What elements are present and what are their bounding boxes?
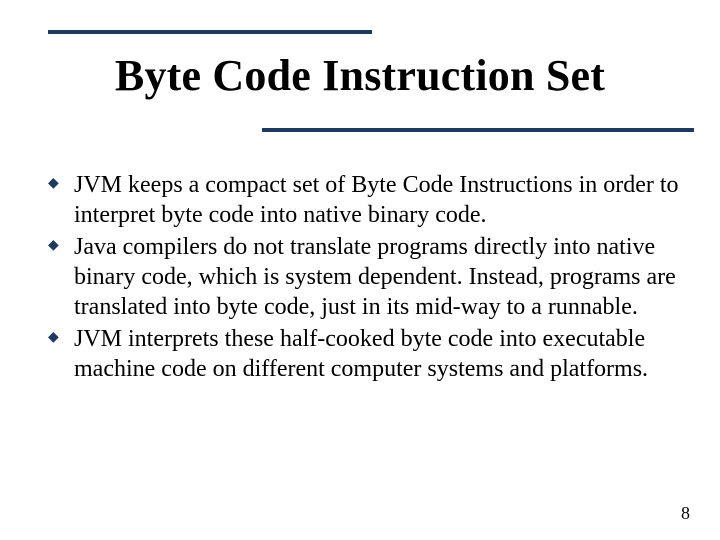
bullet-item: ◆ JVM interprets these half-cooked byte …	[48, 324, 680, 384]
diamond-bullet-icon: ◆	[48, 177, 64, 191]
bullet-item: ◆ Java compilers do not translate progra…	[48, 232, 680, 322]
body: ◆ JVM keeps a compact set of Byte Code I…	[48, 170, 680, 386]
rule-bottom	[262, 128, 694, 132]
slide: Byte Code Instruction Set ◆ JVM keeps a …	[0, 0, 720, 540]
slide-title: Byte Code Instruction Set	[0, 50, 720, 101]
bullet-text: JVM keeps a compact set of Byte Code Ins…	[74, 170, 680, 230]
bullet-text: Java compilers do not translate programs…	[74, 232, 680, 322]
diamond-bullet-icon: ◆	[48, 239, 64, 253]
diamond-bullet-icon: ◆	[48, 331, 64, 345]
bullet-item: ◆ JVM keeps a compact set of Byte Code I…	[48, 170, 680, 230]
rule-top	[48, 30, 372, 34]
bullet-text: JVM interprets these half-cooked byte co…	[74, 324, 680, 384]
page-number: 8	[681, 503, 690, 524]
